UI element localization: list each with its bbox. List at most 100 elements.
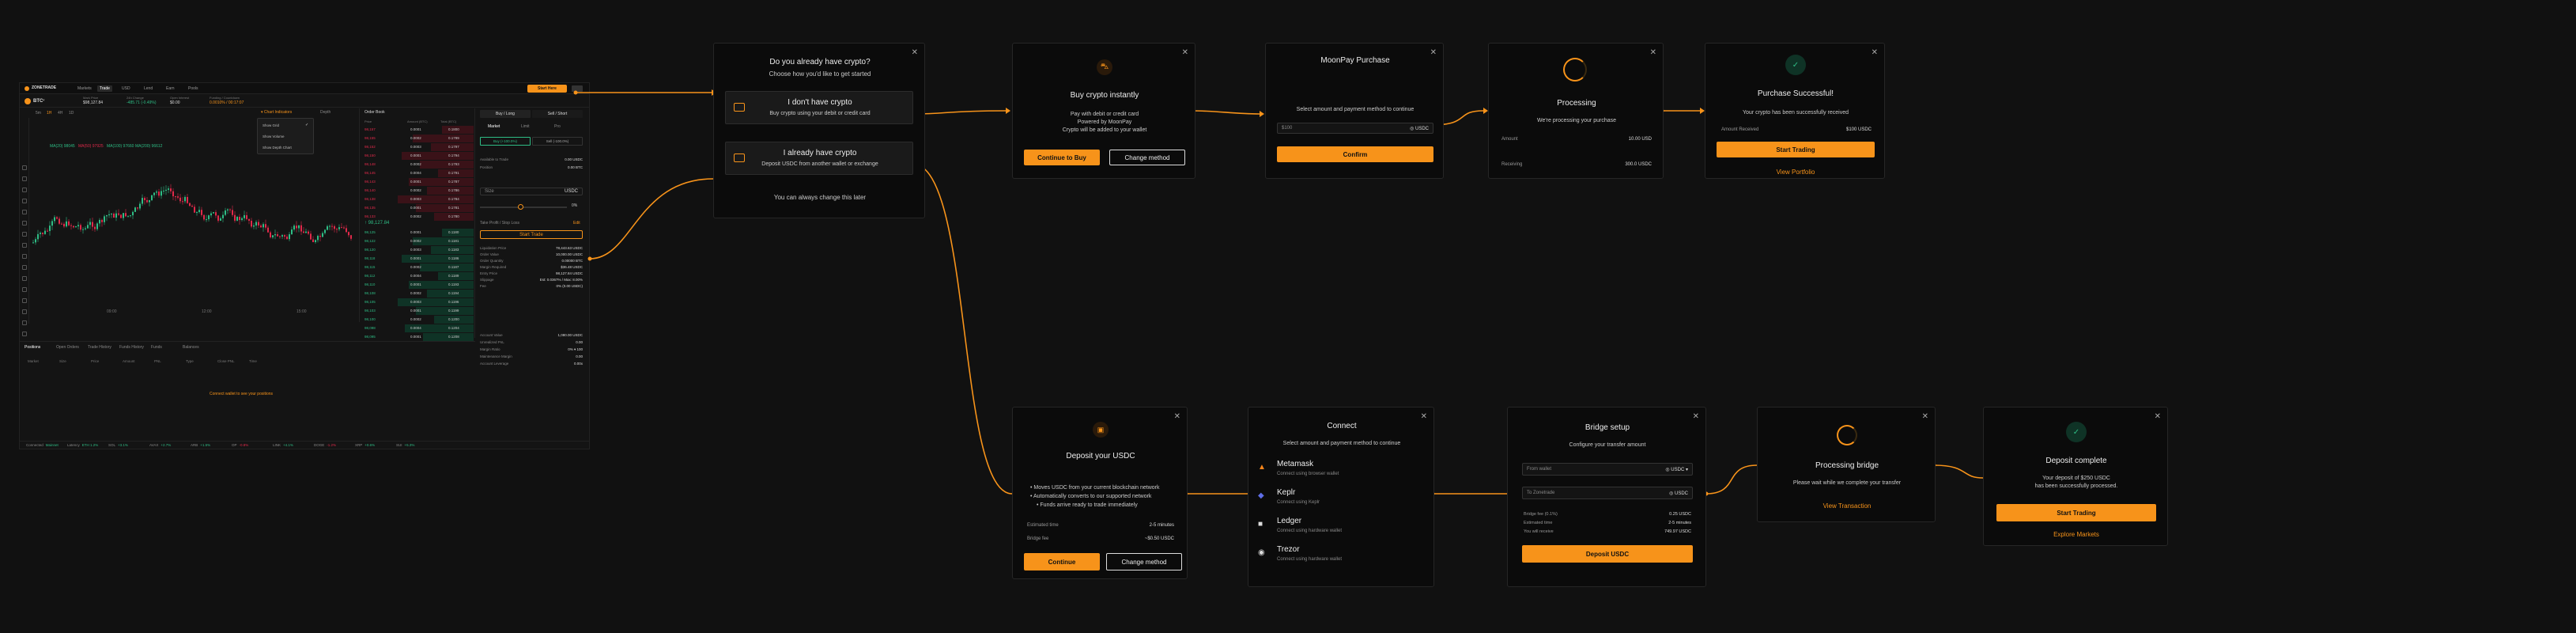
change-method-button[interactable]: Change method [1109, 150, 1185, 165]
deposit-usdc-button[interactable]: Deposit USDC [1522, 545, 1693, 563]
modal-title: Do you already have crypto? [769, 58, 871, 66]
modal-title: MoonPay Purchase [1320, 56, 1390, 65]
modal-title: Deposit complete [2045, 457, 2107, 465]
continue-to-buy-button[interactable]: Continue to Buy [1024, 150, 1100, 165]
modal-title: Processing [1557, 99, 1596, 108]
modal-subtitle: Your crypto has been successfully receiv… [1743, 110, 1849, 116]
deposit-complete-modal: ✕ ✓ Deposit complete Your deposit of $25… [1983, 407, 2168, 546]
ledger-icon: ■ [1258, 520, 1263, 529]
bridge-setup-modal: ✕ Bridge setup Configure your transfer a… [1507, 407, 1706, 587]
no-crypto-option[interactable]: I don't have crypto Buy crypto using you… [725, 91, 913, 124]
receiving-row: Receiving 300.0 USDC [1501, 162, 1652, 167]
confirm-button[interactable]: Confirm [1277, 146, 1433, 162]
deposit-bullet: • Moves USDC from your current blockchai… [1030, 485, 1160, 491]
have-crypto-option[interactable]: I already have crypto Deposit USDC from … [725, 142, 913, 175]
modal-subtitle: Select amount and payment method to cont… [1282, 441, 1401, 446]
wallet-desc: Connect using browser wallet [1277, 472, 1339, 476]
deposit-bullet: • Automatically converts to our supporte… [1030, 494, 1152, 499]
bridge-fee-row: Bridge fee ~$0.50 USDC [1027, 536, 1174, 541]
wallet-option-trezor[interactable]: ◉ Trezor Connect using hardware wallet [1258, 545, 1426, 569]
modal-title: Processing bridge [1815, 461, 1879, 470]
amount-received-row: Amount Received $100 USDC [1721, 127, 1872, 132]
buy-crypto-modal: ✕ ⛍ Buy crypto instantly Pay with debit … [1012, 43, 1195, 179]
moonpay-label: Select amount and payment method to cont… [1296, 107, 1415, 112]
connect-wallet-modal: ✕ Connect Select amount and payment meth… [1248, 407, 1434, 587]
explore-markets-link[interactable]: Explore Markets [1984, 531, 2169, 538]
close-icon[interactable]: ✕ [912, 48, 918, 57]
modal-footer: You can always change this later [773, 194, 867, 201]
fox-icon: ▲ [1258, 463, 1266, 472]
view-portfolio-link[interactable]: View Portfolio [1705, 169, 1886, 176]
cart-icon: ⛍ [1097, 59, 1112, 75]
check-icon: ✓ [2066, 422, 2087, 442]
close-icon[interactable]: ✕ [1174, 412, 1180, 421]
wallet-icon: ▣ [1093, 422, 1109, 438]
connector-buy-to-moonpay [1192, 110, 1260, 115]
crypto-choice-modal: ✕ Do you already have crypto? Choose how… [713, 43, 925, 218]
wallet-desc: Connect using hardware wallet [1277, 529, 1343, 533]
spinner-icon [1837, 425, 1857, 445]
view-transaction-link[interactable]: View Transaction [1758, 502, 1936, 510]
deposit-bullet: • Funds arrive ready to trade immediatel… [1037, 502, 1138, 508]
keplr-icon: ◆ [1258, 491, 1264, 500]
close-icon[interactable]: ✕ [1872, 48, 1878, 57]
close-icon[interactable]: ✕ [1421, 412, 1427, 421]
modal-title: Bridge setup [1585, 423, 1630, 432]
bridge-fee-row: Bridge fee (0.1%) 0.25 USDC [1524, 512, 1691, 517]
modal-subtitle: Choose how you'd like to get started [769, 70, 871, 78]
check-icon: ✓ [1785, 55, 1806, 75]
buy-info-line: Crypto will be added to your wallet [1062, 127, 1147, 133]
complete-line: Your deposit of $250 USDC [2042, 476, 2110, 481]
modal-subtitle: We're processing your purchase [1536, 118, 1617, 123]
wallet-desc: Connect using hardware wallet [1277, 557, 1343, 562]
start-trading-button[interactable]: Start Trading [1717, 142, 1875, 157]
receive-row: You will receive 749.97 USDC [1524, 529, 1691, 534]
modal-title: Buy crypto instantly [1070, 91, 1139, 100]
connector-bridge-to-bridging [1705, 464, 1758, 495]
buy-info-line: Pay with debit or credit card [1070, 112, 1139, 117]
moonpay-modal: ✕ MoonPay Purchase Select amount and pay… [1265, 43, 1444, 179]
option-title: I already have crypto [783, 149, 857, 157]
wallet-name: Keplr [1277, 488, 1296, 497]
close-icon[interactable]: ✕ [2155, 412, 2161, 421]
wallet-option-ledger[interactable]: ■ Ledger Connect using hardware wallet [1258, 517, 1426, 540]
amount-input[interactable]: $100 ◎ USDC [1277, 123, 1433, 134]
complete-line: has been successfully processed. [2034, 483, 2118, 489]
option-title: I don't have crypto [788, 98, 852, 107]
wallet-name: Ledger [1277, 517, 1302, 525]
close-icon[interactable]: ✕ [1182, 48, 1188, 57]
option-subtitle: Buy crypto using your debit or credit ca… [769, 111, 871, 116]
change-method-button[interactable]: Change method [1106, 553, 1182, 570]
connector-choice-to-buy [912, 110, 1007, 115]
wallet-name: Trezor [1277, 545, 1300, 554]
wallet-option-metamask[interactable]: ▲ Metamask Connect using browser wallet [1258, 460, 1426, 483]
from-wallet-input[interactable]: From wallet ◎ USDC ▾ [1522, 463, 1693, 476]
estimated-time-row: Estimated time 2-5 minutes [1027, 523, 1174, 528]
connector-trade-to-choice [589, 178, 714, 260]
modal-title: Connect [1327, 422, 1357, 430]
modal-title: Deposit your USDC [1066, 452, 1135, 461]
buy-info-line: Powered by MoonPay [1077, 119, 1132, 125]
continue-button[interactable]: Continue [1024, 553, 1100, 570]
close-icon[interactable]: ✕ [1922, 412, 1928, 421]
wallet-name: Metamask [1277, 460, 1314, 468]
start-trading-button[interactable]: Start Trading [1996, 504, 2156, 521]
connector-bridging-to-complete [1933, 464, 1984, 479]
modal-subtitle: Configure your transfer amount [1569, 442, 1646, 448]
purchase-success-modal: ✕ ✓ Purchase Successful! Your crypto has… [1705, 43, 1885, 179]
modal-title: Purchase Successful! [1757, 89, 1834, 98]
modal-subtitle: Please wait while we complete your trans… [1792, 480, 1902, 486]
estimated-time-row: Estimated time 2-5 minutes [1524, 521, 1691, 525]
to-zonetrade-input[interactable]: To Zonetrade ◎ USDC [1522, 487, 1693, 499]
wallet-option-keplr[interactable]: ◆ Keplr Connect using Keplr [1258, 488, 1426, 512]
processing-bridge-modal: ✕ Processing bridge Please wait while we… [1757, 407, 1936, 522]
amount-row: Amount 10.00 USD [1501, 137, 1652, 142]
wallet-desc: Connect using Keplr [1277, 500, 1320, 505]
trezor-icon: ◉ [1258, 548, 1265, 557]
close-icon[interactable]: ✕ [1650, 48, 1656, 57]
spinner-icon [1563, 58, 1587, 81]
connector-choice-to-deposit [912, 163, 1013, 495]
deposit-usdc-modal: ✕ ▣ Deposit your USDC • Moves USDC from … [1012, 407, 1188, 579]
close-icon[interactable]: ✕ [1693, 412, 1699, 421]
processing-modal: ✕ Processing We're processing your purch… [1488, 43, 1664, 179]
